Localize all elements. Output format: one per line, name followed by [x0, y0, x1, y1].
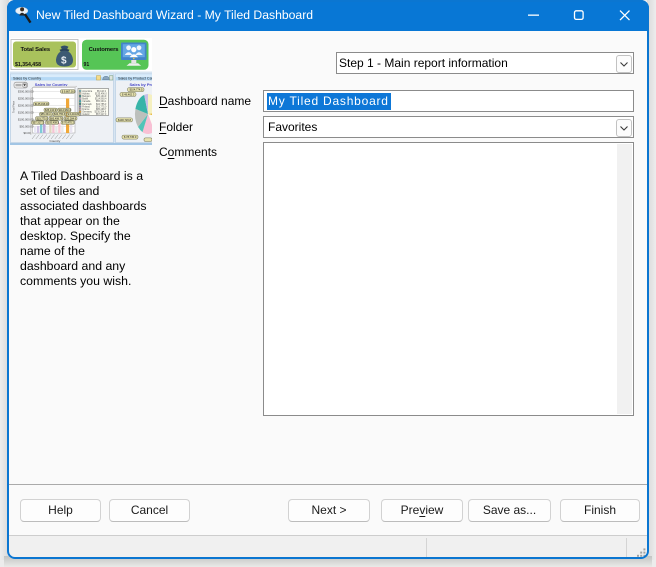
svg-text:Total Price: Total Price	[12, 100, 16, 113]
svg-text:$ 78,735.0: $ 78,735.0	[124, 135, 137, 139]
svg-text:Country: Country	[50, 139, 61, 143]
svg-text:$200,000.00: $200,000.00	[18, 103, 34, 107]
svg-text:France: France	[82, 108, 90, 111]
svg-text:Sales by Country: Sales by Country	[13, 76, 41, 80]
svg-text:Sales by Product: Sales by Product	[130, 82, 153, 87]
svg-text:$150,000.00: $150,000.00	[18, 110, 34, 114]
svg-text:$57,317.3: $57,317.3	[96, 114, 107, 116]
svg-text:$19,775.0: $19,775.0	[37, 117, 49, 120]
svg-text:$0.00: $0.00	[24, 131, 31, 135]
svg-text:Customers: Customers	[89, 47, 120, 53]
svg-text:$ 9,867,00.0: $ 9,867,00.0	[62, 90, 77, 93]
svg-text:$35,134.9: $35,134.9	[45, 109, 57, 112]
svg-text:$ 6,404.80: $ 6,404.80	[68, 113, 80, 116]
svg-text:Total Sales: Total Sales	[21, 47, 51, 53]
svg-text:$50,000.00: $50,000.00	[20, 124, 34, 128]
svg-text:Germany: Germany	[82, 111, 92, 114]
svg-text:Argentina: Argentina	[82, 90, 93, 93]
svg-text:Denmark: Denmark	[82, 103, 92, 106]
svg-text:Ireland: Ireland	[82, 113, 90, 116]
svg-text:$250,000.00: $250,000.00	[18, 96, 34, 100]
svg-text:$300,000.00: $300,000.00	[18, 89, 34, 93]
svg-text:$34,755.3: $34,755.3	[54, 113, 66, 116]
svg-text:$135,496.00: $135,496.00	[35, 103, 50, 106]
svg-text:$104,774.5: $104,774.5	[130, 88, 144, 92]
svg-text:Austria: Austria	[82, 92, 90, 95]
svg-text:$100,726.8: $100,726.8	[118, 118, 132, 122]
svg-text:$85,498.76: $85,498.76	[50, 117, 63, 120]
svg-text:91: 91	[84, 62, 90, 68]
svg-text:Sales by Product Category: Sales by Product Category	[118, 76, 152, 80]
svg-text:$ 70,470.1: $ 70,470.1	[62, 122, 74, 125]
svg-text:$1,354,458: $1,354,458	[15, 62, 41, 68]
svg-text:$105,408.3: $105,408.3	[47, 122, 60, 125]
svg-text:$55,334.1: $55,334.1	[41, 113, 53, 116]
svg-text:Brazil: Brazil	[82, 98, 88, 101]
svg-text:$30,284.6: $30,284.6	[65, 117, 77, 120]
svg-text:$ 49,462.3: $ 49,462.3	[122, 92, 135, 96]
svg-text:$114,960.4: $114,960.4	[59, 109, 72, 112]
svg-text:$57,317.3: $57,317.3	[33, 122, 45, 125]
svg-text:$: $	[61, 56, 67, 67]
